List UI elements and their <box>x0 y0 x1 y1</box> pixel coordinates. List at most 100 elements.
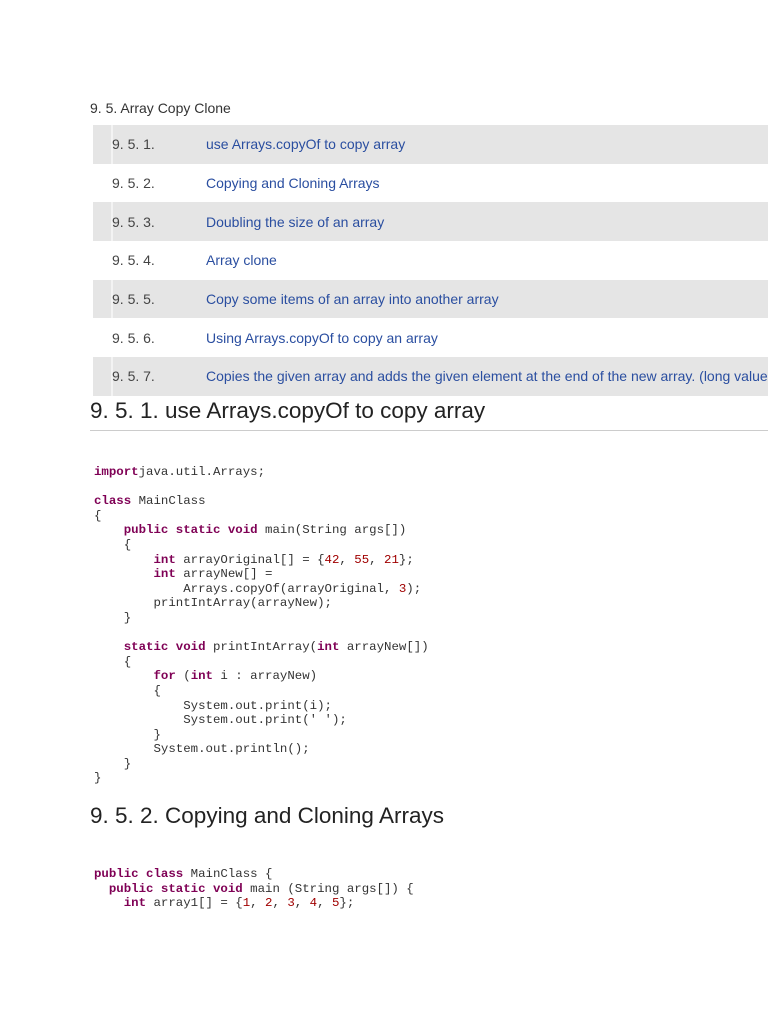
toc-number: 9. 5. 6. <box>112 329 155 346</box>
code-text: , <box>317 896 332 911</box>
code-text: MainClass { <box>183 867 273 881</box>
code-text: { <box>94 654 132 669</box>
code-line: System.out.print(i); <box>94 699 332 713</box>
code-line: { <box>94 655 131 669</box>
toc-link[interactable]: Copies the given array and adds the give… <box>206 367 768 385</box>
code-number: 42 <box>324 552 340 567</box>
code-text: } <box>94 771 102 786</box>
code-line: int array1[] = {1, 2, 3, 4, 5}; <box>94 896 355 911</box>
code-keyword: int <box>190 669 213 684</box>
divider <box>90 430 768 431</box>
code-number: 3 <box>287 896 295 911</box>
code-keyword: int <box>123 896 147 911</box>
code-number: 55 <box>354 552 370 567</box>
code-text: main(String args[]) <box>257 523 407 538</box>
code-text: , <box>272 896 288 911</box>
code-keyword: int <box>317 640 340 655</box>
code-line: } <box>94 611 131 625</box>
code-line: } <box>94 771 101 785</box>
code-text: MainClass <box>131 494 206 509</box>
code-text: , <box>250 896 266 911</box>
toc-row: 9. 5. 2. Copying and Cloning Arrays <box>93 164 768 203</box>
code-text: { <box>94 537 132 552</box>
code-text: System.out.print(' '); <box>94 713 347 728</box>
code-text: Arrays.copyOf(arrayOriginal, <box>94 581 399 596</box>
code-keyword: import <box>94 465 139 479</box>
code-block: public class MainClass { public static v… <box>94 867 414 911</box>
toc-row: 9. 5. 4. Array clone <box>93 241 768 280</box>
code-text: System.out.print(i); <box>94 698 332 713</box>
code-line: { <box>94 509 101 523</box>
code-line: int arrayOriginal[] = {42, 55, 21}; <box>94 553 414 567</box>
code-text: { <box>94 683 161 698</box>
code-line: System.out.println(); <box>94 742 310 757</box>
toc-number: 9. 5. 2. <box>112 175 155 192</box>
toc-link[interactable]: Copying and Cloning Arrays <box>206 174 768 192</box>
code-text: ); <box>406 581 422 596</box>
code-text: printIntArray( <box>205 640 318 655</box>
code-number: 4 <box>309 896 318 911</box>
code-line: int arrayNew[] = <box>94 567 273 582</box>
code-line: class MainClass <box>94 494 206 508</box>
code-line: printIntArray(arrayNew); <box>94 596 332 611</box>
code-keyword: for <box>153 669 176 684</box>
code-line: } <box>94 727 161 742</box>
toc-number: 9. 5. 4. <box>112 252 155 269</box>
code-line: { <box>94 538 131 552</box>
code-keyword: static void <box>123 640 206 655</box>
toc-row: 9. 5. 5. Copy some items of an array into… <box>93 279 768 319</box>
code-text: } <box>94 727 161 742</box>
code-text: main (String args[]) { <box>242 881 414 896</box>
toc-link[interactable]: Using Arrays.copyOf to copy an array <box>206 329 768 347</box>
code-text: { <box>94 508 102 523</box>
code-text: }; <box>339 896 355 911</box>
toc-row: 9. 5. 7. Copies the given array and adds … <box>93 357 768 396</box>
code-text: arrayNew[]) <box>339 640 429 655</box>
code-text: } <box>94 756 132 771</box>
code-keyword: public static void <box>123 523 258 538</box>
toc-row: 9. 5. 6. Using Arrays.copyOf to copy an a… <box>93 318 768 357</box>
code-text: arrayNew[] = <box>175 567 273 582</box>
code-line: System.out.print(' '); <box>94 713 347 727</box>
code-text: System.out.println(); <box>94 742 310 757</box>
code-keyword: public static void <box>108 881 243 896</box>
code-text: array1[] = { <box>146 896 243 911</box>
code-line: static void printIntArray(int arrayNew[]… <box>94 640 429 654</box>
code-text: ( <box>175 669 191 684</box>
code-line: public static void main(String args[]) <box>94 523 407 538</box>
code-text: java.util.Arrays; <box>138 465 266 479</box>
section-heading: 9. 5. 1. use Arrays.copyOf to copy array <box>90 398 486 423</box>
toc-link[interactable]: Doubling the size of an array <box>206 213 768 231</box>
code-text: arrayOriginal[] = { <box>175 552 325 567</box>
section-heading: 9. 5. 2. Copying and Cloning Arrays <box>90 803 444 828</box>
code-number: 21 <box>384 552 399 567</box>
toc-number: 9. 5. 3. <box>112 213 155 230</box>
code-line: Arrays.copyOf(arrayOriginal, 3); <box>94 582 421 596</box>
toc-number: 9. 5. 5. <box>112 291 155 308</box>
toc-number: 9. 5. 1. <box>112 136 155 153</box>
toc-table: 9. 5. 1. use Arrays.copyOf to copy array … <box>93 125 768 396</box>
code-line: for (int i : arrayNew) <box>94 669 318 684</box>
toc-link[interactable]: use Arrays.copyOf to copy array <box>206 135 768 153</box>
code-line: public static void main (String args[]) … <box>94 882 414 896</box>
code-text: , <box>339 552 355 567</box>
toc-number: 9. 5. 7. <box>112 368 155 385</box>
toc-link[interactable]: Copy some items of an array into another… <box>206 290 768 308</box>
section-title: 9. 5. Array Copy Clone <box>90 100 231 116</box>
code-keyword: public class <box>94 867 184 881</box>
page: 9. 5. Array Copy Clone 9. 5. 1. use Array… <box>0 0 768 1024</box>
toc-row: 9. 5. 3. Doubling the size of an array <box>93 202 768 242</box>
code-keyword: int <box>153 552 176 567</box>
code-line: public class MainClass { <box>94 867 272 881</box>
code-text: printIntArray(arrayNew); <box>94 596 332 611</box>
toc-link[interactable]: Array clone <box>206 251 768 269</box>
code-line: { <box>94 683 161 698</box>
code-line: } <box>94 757 131 771</box>
